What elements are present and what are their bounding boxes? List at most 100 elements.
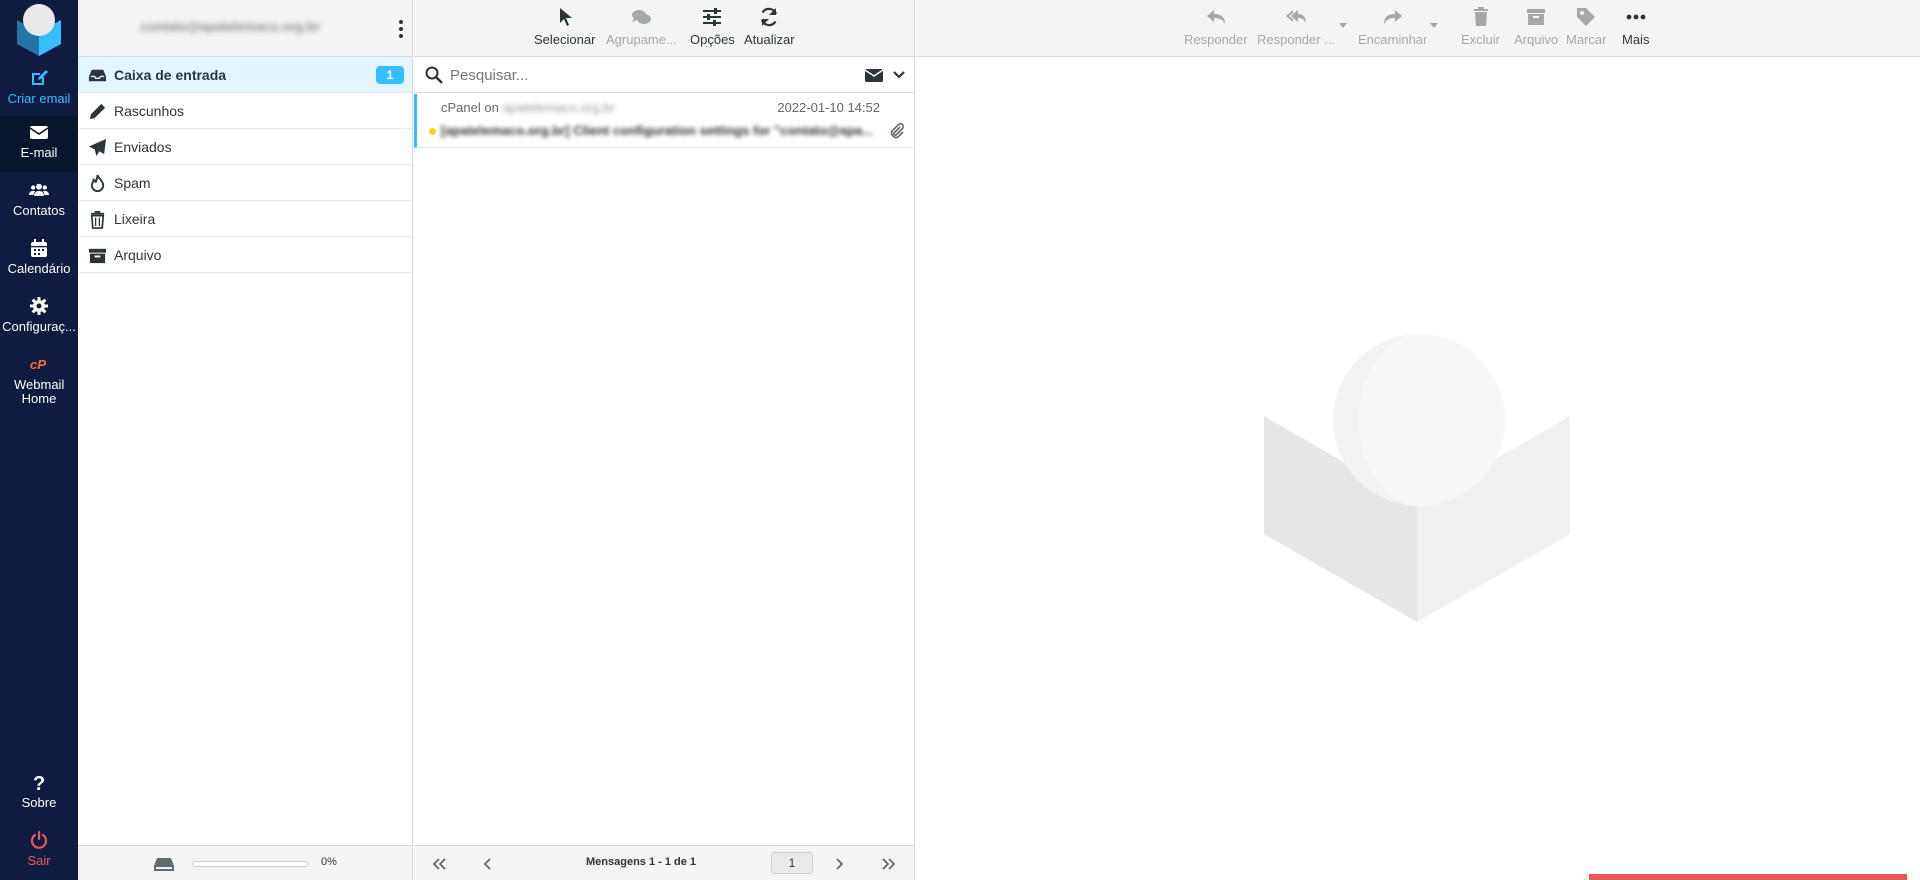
comments-icon: [632, 10, 652, 24]
power-icon: [0, 830, 78, 854]
message-subject: [apatelemaco.org.br] Client configuratio…: [441, 123, 873, 138]
folder-panel: contato@apatelemaco.org.br Caixa de entr…: [78, 0, 413, 880]
list-footer: Mensagens 1 - 1 de 1 1: [414, 845, 914, 880]
reply-button[interactable]: Responder: [1184, 6, 1248, 47]
nav-item-settings[interactable]: Configuraç...: [0, 290, 78, 346]
last-page-icon[interactable]: [880, 855, 898, 873]
nav-label: Calendário: [7, 262, 71, 276]
quota-bar: [192, 861, 308, 867]
list-toolbar: Selecionar Agrupame... Opções Atualizar: [414, 0, 914, 57]
nav-label: Webmail Home: [14, 378, 64, 406]
reply-all-button[interactable]: Responder ...: [1257, 6, 1335, 47]
folder-trash[interactable]: Lixeira: [78, 201, 412, 237]
quota-percent: 0%: [321, 856, 337, 868]
folder-drafts[interactable]: Rascunhos: [78, 93, 412, 129]
folder-sent[interactable]: Enviados: [78, 129, 412, 165]
previous-page-icon[interactable]: [479, 855, 497, 873]
delete-label: Excluir: [1461, 32, 1501, 47]
nav-item-about[interactable]: ? Sobre: [0, 766, 78, 822]
account-email: contato@apatelemaco.org.br: [140, 19, 320, 34]
archive-button[interactable]: Arquivo: [1514, 6, 1558, 47]
logout-button[interactable]: Sair: [0, 824, 78, 880]
folder-spam[interactable]: Spam: [78, 165, 412, 201]
nav-label: Contatos: [12, 204, 66, 218]
first-page-icon[interactable]: [430, 855, 448, 873]
sender-name: cPanel on: [441, 100, 499, 115]
loading-bar: [1589, 874, 1907, 880]
message-row[interactable]: cPanel on apatelemaco.org.br 2022-01-10 …: [414, 94, 914, 148]
forward-dropdown-icon[interactable]: [1430, 23, 1438, 28]
users-icon: [0, 180, 78, 204]
gear-icon: [0, 296, 78, 320]
reply-icon: [1206, 10, 1225, 24]
compose-icon: [0, 68, 78, 92]
folder-label: Caixa de entrada: [114, 67, 227, 83]
roundcube-logo[interactable]: [11, 2, 67, 56]
folder-archive[interactable]: Arquivo: [78, 237, 412, 273]
svg-text:?: ?: [33, 773, 45, 792]
threads-button[interactable]: Agrupame...: [606, 6, 677, 47]
sender-domain: apatelemaco.org.br: [502, 100, 615, 115]
message-sender: cPanel on apatelemaco.org.br: [441, 100, 614, 115]
folder-label: Spam: [114, 175, 151, 191]
refresh-button[interactable]: Atualizar: [744, 6, 795, 47]
nav-label: Sair: [27, 854, 51, 868]
svg-text:cP: cP: [30, 357, 46, 372]
webmail-app: Criar email E-mail Contatos Calendário C…: [0, 0, 1920, 880]
archive-icon: [88, 248, 107, 264]
more-label: Mais: [1622, 32, 1650, 47]
refresh-label: Atualizar: [744, 32, 795, 47]
delete-button[interactable]: Excluir: [1461, 6, 1500, 47]
archive-icon: [1527, 9, 1546, 25]
chevron-down-icon[interactable]: [892, 68, 906, 82]
next-page-icon[interactable]: [830, 855, 848, 873]
more-button[interactable]: Mais: [1622, 6, 1649, 47]
forward-button[interactable]: Encaminhar: [1358, 6, 1427, 47]
sliders-icon: [703, 8, 722, 26]
search-input[interactable]: [450, 63, 810, 87]
folder-label: Lixeira: [114, 211, 156, 227]
folder-menu-icon[interactable]: [398, 18, 404, 40]
trash-icon: [1473, 7, 1488, 26]
refresh-icon: [761, 7, 778, 27]
reply-all-dropdown-icon[interactable]: [1339, 23, 1347, 28]
options-button[interactable]: Opções: [690, 6, 735, 47]
nav-item-contacts[interactable]: Contatos: [0, 174, 78, 230]
send-icon: [88, 138, 107, 157]
envelope-icon: [0, 122, 78, 146]
nav-label: Configuraç...: [2, 320, 76, 334]
folder-header: contato@apatelemaco.org.br: [78, 0, 412, 57]
nav-item-email[interactable]: E-mail: [0, 116, 78, 172]
message-count: Mensagens 1 - 1 de 1: [586, 856, 697, 868]
search-icon[interactable]: [425, 66, 443, 84]
quota-footer: 0%: [78, 845, 412, 880]
folder-label: Arquivo: [114, 247, 162, 263]
forward-label: Encaminhar: [1358, 32, 1428, 47]
message-toolbar: Responder Responder ... Encaminhar Exclu…: [916, 0, 1920, 57]
nav-label: E-mail: [20, 146, 58, 160]
message-list-panel: Selecionar Agrupame... Opções Atualizar: [414, 0, 915, 880]
page-number-input[interactable]: 1: [771, 852, 813, 874]
search-bar: [414, 57, 914, 93]
mark-label: Marcar: [1566, 32, 1607, 47]
folder-inbox[interactable]: Caixa de entrada 1: [78, 57, 412, 93]
nav-label: Criar email: [7, 92, 71, 106]
mark-button[interactable]: Marcar: [1566, 6, 1606, 47]
nav-item-calendar[interactable]: Calendário: [0, 232, 78, 288]
unread-dot-icon[interactable]: [429, 128, 436, 135]
folder-label: Rascunhos: [114, 103, 185, 119]
cpanel-icon: cP: [0, 354, 78, 378]
select-button[interactable]: Selecionar: [534, 6, 595, 47]
archive-label: Arquivo: [1514, 32, 1559, 47]
roundcube-watermark-icon: [1264, 334, 1570, 622]
nav-label: Sobre: [21, 796, 57, 810]
cursor-icon: [559, 8, 572, 26]
compose-button[interactable]: Criar email: [0, 62, 78, 118]
forward-icon: [1383, 10, 1402, 24]
ellipsis-icon: [1626, 14, 1646, 20]
main-navigation: Criar email E-mail Contatos Calendário C…: [0, 0, 78, 880]
nav-item-webmail-home[interactable]: cP Webmail Home: [0, 348, 78, 410]
envelope-filter-icon[interactable]: [865, 67, 883, 83]
question-icon: ?: [0, 772, 78, 796]
fire-icon: [90, 174, 105, 193]
